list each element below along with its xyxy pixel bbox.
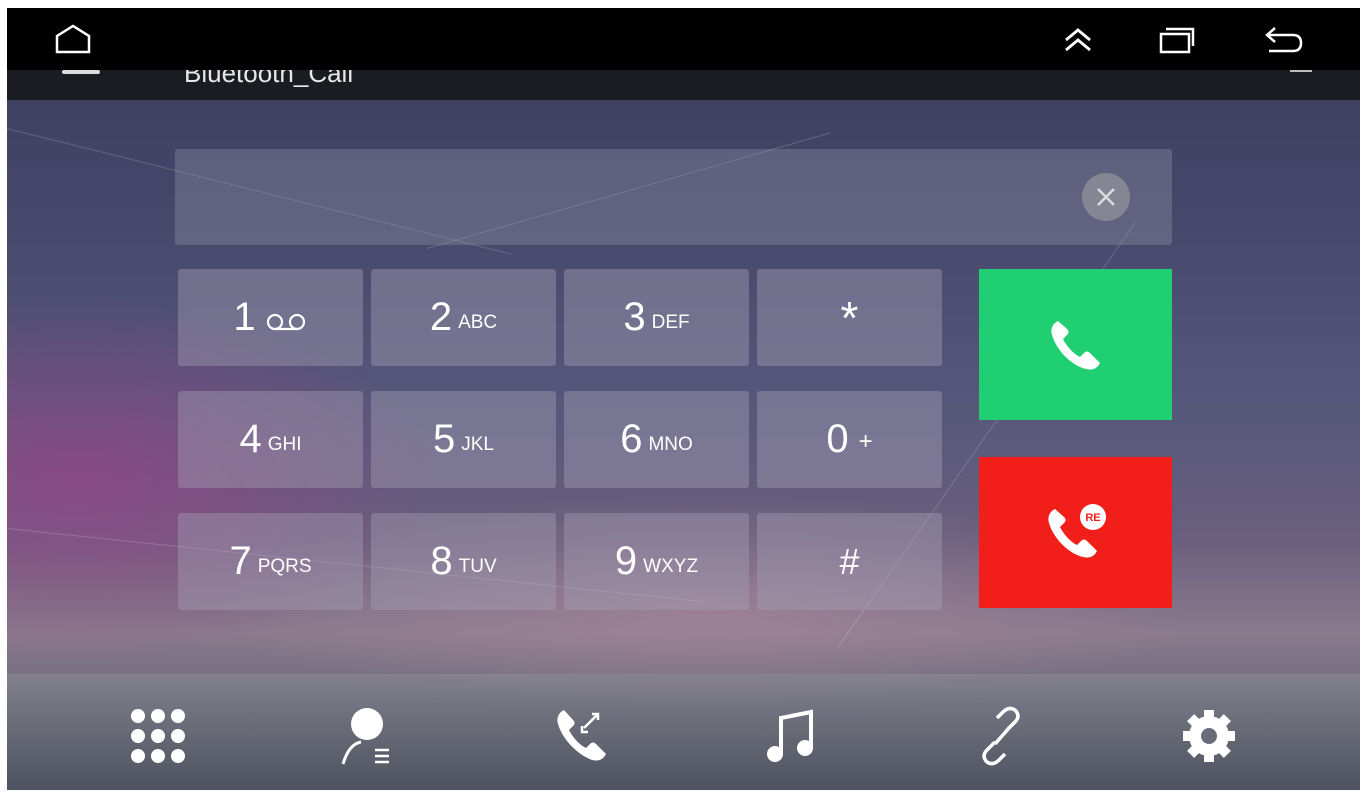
key-letters: + xyxy=(858,427,873,455)
bottom-nav xyxy=(7,674,1360,790)
settings-icon[interactable] xyxy=(1177,704,1241,768)
clear-button[interactable] xyxy=(1082,173,1130,221)
key-letters: DEF xyxy=(651,311,690,333)
key-digit: 6 xyxy=(620,417,643,461)
link-icon[interactable] xyxy=(969,704,1033,768)
back-icon[interactable] xyxy=(1261,22,1303,56)
redial-button[interactable]: RE xyxy=(979,457,1172,608)
recent-apps-icon[interactable] xyxy=(1157,22,1197,56)
key-letters: JKL xyxy=(461,433,494,455)
key-digit: 9 xyxy=(614,539,638,583)
key-digit: # xyxy=(839,540,860,582)
key-0[interactable]: 0 + xyxy=(757,391,942,488)
key-digit: * xyxy=(840,291,859,344)
key-letters: MNO xyxy=(648,433,693,455)
key-digit: 0 xyxy=(826,417,849,461)
music-icon[interactable] xyxy=(759,704,823,768)
key-digit: 3 xyxy=(623,295,646,339)
key-letters: WXYZ xyxy=(643,555,699,577)
redial-badge-text: RE xyxy=(1085,512,1100,524)
screen: Bluetooth_Call 1 2 ABC 3 DEF * 4 GHI 5 J… xyxy=(7,8,1360,790)
key-9[interactable]: 9 WXYZ xyxy=(564,513,749,610)
overflow-icon[interactable] xyxy=(1290,70,1312,72)
close-icon xyxy=(1097,188,1115,206)
key-5[interactable]: 5 JKL xyxy=(371,391,556,488)
chevron-up-double-icon[interactable] xyxy=(1058,22,1098,56)
key-4[interactable]: 4 GHI xyxy=(178,391,363,488)
key-8[interactable]: 8 TUV xyxy=(371,513,556,610)
call-button[interactable] xyxy=(979,269,1172,420)
key-letters: PQRS xyxy=(257,555,312,577)
call-log-icon[interactable] xyxy=(550,704,614,768)
contacts-icon[interactable] xyxy=(337,704,401,768)
title-bar: Bluetooth_Call xyxy=(7,70,1360,100)
key-digit: 5 xyxy=(433,417,456,461)
voicemail-icon xyxy=(266,313,305,330)
dialpad-icon[interactable] xyxy=(126,704,190,768)
phone-icon xyxy=(1050,320,1100,370)
key-1[interactable]: 1 xyxy=(178,269,363,366)
phone-number-field[interactable] xyxy=(175,149,1172,245)
key-star[interactable]: * xyxy=(757,269,942,366)
key-digit: 7 xyxy=(229,539,252,583)
key-3[interactable]: 3 DEF xyxy=(564,269,749,366)
key-digit: 8 xyxy=(430,539,453,583)
key-letters: ABC xyxy=(458,311,498,333)
key-digit: 2 xyxy=(429,295,453,339)
app-title: Bluetooth_Call xyxy=(184,70,354,88)
status-bar xyxy=(7,8,1360,70)
key-hash[interactable]: # xyxy=(757,513,942,610)
redial-icon: RE xyxy=(1047,503,1106,558)
key-2[interactable]: 2 ABC xyxy=(371,269,556,366)
key-letters: TUV xyxy=(458,555,497,577)
key-digit: 1 xyxy=(233,295,256,339)
key-6[interactable]: 6 MNO xyxy=(564,391,749,488)
key-letters: GHI xyxy=(267,433,302,455)
home-icon[interactable] xyxy=(53,22,93,56)
menu-icon[interactable] xyxy=(62,70,100,74)
key-digit: 4 xyxy=(239,417,262,461)
key-7[interactable]: 7 PQRS xyxy=(178,513,363,610)
